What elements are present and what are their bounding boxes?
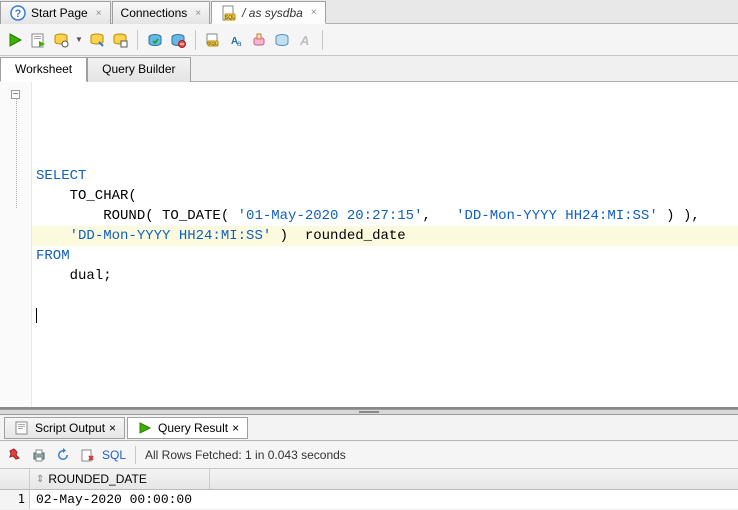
code-area[interactable]: SELECT TO_CHAR( ROUND( TO_DATE( '01-May-… xyxy=(32,82,738,407)
kw-from: FROM xyxy=(36,248,70,264)
fetch-status: All Rows Fetched: 1 in 0.043 seconds xyxy=(145,448,346,462)
svg-text:?: ? xyxy=(15,8,22,20)
results-panel: Script Output × Query Result × SQL All R… xyxy=(0,415,738,510)
code-line: ) rounded_date xyxy=(271,228,405,244)
explain-plan-icon[interactable] xyxy=(52,31,70,49)
tab-sysdba[interactable]: SQL / as sysdba × xyxy=(211,1,326,24)
script-output-icon xyxy=(13,419,31,437)
sql-history-icon[interactable] xyxy=(111,31,129,49)
worksheet-toolbar: ▼ SQL Aa A xyxy=(0,24,738,56)
help-icon: ? xyxy=(9,4,27,22)
separator xyxy=(322,30,323,50)
tab-label: Query Builder xyxy=(102,62,175,76)
dropdown-icon[interactable]: ▼ xyxy=(75,35,83,44)
run-icon[interactable] xyxy=(6,31,24,49)
refresh-icon[interactable] xyxy=(54,446,72,464)
sql-file-icon: SQL xyxy=(220,4,238,22)
code-line: dual; xyxy=(36,268,112,284)
db-icon[interactable] xyxy=(273,31,291,49)
tab-query-result[interactable]: Query Result × xyxy=(127,417,248,439)
format-icon[interactable]: Aa xyxy=(227,31,245,49)
fold-line xyxy=(16,98,17,208)
row-number: 1 xyxy=(0,490,30,509)
tab-label: Worksheet xyxy=(15,62,72,76)
tab-query-builder[interactable]: Query Builder xyxy=(87,57,190,82)
separator xyxy=(195,30,196,50)
tab-label: Query Result xyxy=(158,421,228,435)
sql-link[interactable]: SQL xyxy=(102,448,126,462)
code-line: ) ), xyxy=(658,208,700,224)
run-script-icon[interactable] xyxy=(29,31,47,49)
column-header[interactable]: ⇕ ROUNDED_DATE xyxy=(30,469,210,489)
unshared-worksheet-icon[interactable]: SQL xyxy=(204,31,222,49)
tab-worksheet[interactable]: Worksheet xyxy=(0,57,87,82)
table-row[interactable]: 1 02-May-2020 00:00:00 xyxy=(0,490,738,510)
rownum-header xyxy=(0,469,30,489)
editor-gutter: − xyxy=(0,82,32,407)
string-literal: 'DD-Mon-YYYY HH24:MI:SS' xyxy=(456,208,658,224)
clear-icon[interactable] xyxy=(250,31,268,49)
file-tabs: ? Start Page × Connections × SQL / as sy… xyxy=(0,0,738,24)
result-toolbar: SQL All Rows Fetched: 1 in 0.043 seconds xyxy=(0,441,738,469)
close-icon[interactable]: × xyxy=(232,421,239,435)
rollback-icon[interactable] xyxy=(169,31,187,49)
svg-text:SQL: SQL xyxy=(208,41,218,46)
sql-editor[interactable]: − SELECT TO_CHAR( ROUND( TO_DATE( '01-Ma… xyxy=(0,82,738,409)
svg-text:a: a xyxy=(237,39,242,48)
string-literal: '01-May-2020 20:27:15' xyxy=(238,208,423,224)
sort-icon: ⇕ xyxy=(36,474,44,485)
tab-script-output[interactable]: Script Output × xyxy=(4,417,125,439)
string-literal: 'DD-Mon-YYYY HH24:MI:SS' xyxy=(70,228,272,244)
code-line: , xyxy=(422,208,456,224)
code-line: ROUND( TO_DATE( xyxy=(36,208,238,224)
result-grid[interactable]: ⇕ ROUNDED_DATE 1 02-May-2020 00:00:00 xyxy=(0,469,738,510)
delete-icon[interactable] xyxy=(78,446,96,464)
close-icon[interactable]: × xyxy=(109,421,116,435)
pin-icon[interactable] xyxy=(6,446,24,464)
tab-start-page[interactable]: ? Start Page × xyxy=(0,1,111,24)
kw-select: SELECT xyxy=(36,168,86,184)
run-icon xyxy=(136,419,154,437)
svg-text:SQL: SQL xyxy=(225,15,235,21)
close-icon[interactable]: × xyxy=(311,7,317,18)
close-icon[interactable]: × xyxy=(195,8,201,19)
tab-label: Start Page xyxy=(31,6,88,20)
tab-label: / as sysdba xyxy=(242,6,303,20)
separator xyxy=(135,446,136,464)
svg-text:A: A xyxy=(299,33,309,48)
tab-label: Script Output xyxy=(35,421,105,435)
tab-connections[interactable]: Connections × xyxy=(112,1,211,24)
cell-value: 02-May-2020 00:00:00 xyxy=(30,490,210,509)
worksheet-tabs: Worksheet Query Builder xyxy=(0,56,738,82)
commit-icon[interactable] xyxy=(146,31,164,49)
refresh-icon[interactable]: A xyxy=(296,31,314,49)
grid-header: ⇕ ROUNDED_DATE xyxy=(0,469,738,490)
code-line xyxy=(36,228,70,244)
text-cursor xyxy=(36,308,37,323)
autotrace-icon[interactable] xyxy=(88,31,106,49)
code-lines: SELECT TO_CHAR( ROUND( TO_DATE( '01-May-… xyxy=(36,146,734,326)
print-icon[interactable] xyxy=(30,446,48,464)
close-icon[interactable]: × xyxy=(96,8,102,19)
separator xyxy=(137,30,138,50)
column-label: ROUNDED_DATE xyxy=(48,472,146,486)
result-tabs: Script Output × Query Result × xyxy=(0,415,738,441)
tab-label: Connections xyxy=(121,6,188,20)
code-line: TO_CHAR( xyxy=(36,188,137,204)
